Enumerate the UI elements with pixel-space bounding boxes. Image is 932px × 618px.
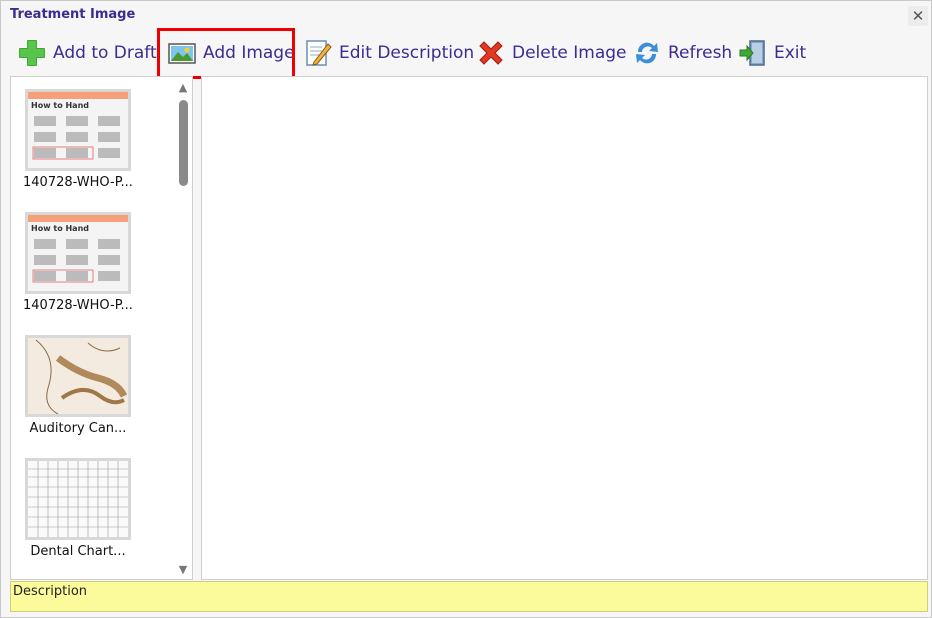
dental-chart-thumbnail [28, 461, 128, 537]
refresh-button[interactable]: Refresh [632, 37, 732, 69]
refresh-icon [636, 42, 658, 64]
edit-document-icon [306, 40, 332, 66]
svg-text:How to Hand: How to Hand [31, 101, 89, 110]
refresh-label: Refresh [668, 43, 733, 63]
thumbnail-label: Auditory Can... [29, 421, 127, 436]
thumbnail-list[interactable]: How to Hand 140728-WHO-P... How to Hand [10, 76, 193, 580]
plus-icon [19, 40, 45, 66]
delete-x-icon [479, 41, 503, 65]
thumbnail-image [25, 458, 131, 540]
description-bar[interactable]: Description [10, 581, 928, 612]
thumbnail-image [25, 335, 131, 417]
thumbnail-label: Dental Chart... [30, 544, 126, 559]
thumbnail-label: 140728-WHO-P... [23, 298, 133, 313]
image-preview-panel [201, 76, 928, 580]
exit-label: Exit [774, 43, 807, 63]
scroll-down-arrow-icon[interactable]: ▼ [176, 564, 190, 576]
close-button[interactable]: ✕ [908, 6, 928, 26]
toolbar: Add to Draft Add Image Edit Description [1, 31, 931, 75]
add-image-highlight [157, 28, 295, 79]
exit-door-icon [739, 40, 765, 66]
treatment-image-window: Treatment Image ✕ Add to Draft Add Image [0, 0, 932, 618]
add-to-draft-button[interactable]: Add to Draft [17, 37, 157, 69]
handwash-poster-thumbnail: How to Hand [28, 92, 128, 168]
title-bar: Treatment Image ✕ [1, 1, 931, 29]
description-label: Description [13, 584, 88, 599]
add-to-draft-label: Add to Draft [53, 43, 157, 63]
thumbnail-scrollbar[interactable]: ▲ ▼ [176, 82, 190, 576]
scroll-thumb[interactable] [179, 100, 188, 186]
close-icon: ✕ [911, 7, 925, 25]
auditory-canal-thumbnail [28, 338, 128, 414]
edit-description-button[interactable]: Edit Description [303, 37, 474, 69]
delete-image-button[interactable]: Delete Image [476, 37, 627, 69]
handwash-poster-thumbnail: How to Hand [28, 215, 128, 291]
thumbnail-image: How to Hand [25, 212, 131, 294]
thumbnail-label: 140728-WHO-P... [23, 175, 133, 190]
thumbnail-image: How to Hand [25, 89, 131, 171]
svg-text:How to Hand: How to Hand [31, 224, 89, 233]
delete-image-label: Delete Image [512, 43, 627, 63]
edit-description-label: Edit Description [339, 43, 475, 63]
exit-button[interactable]: Exit [738, 37, 806, 69]
window-title: Treatment Image [10, 7, 136, 22]
scroll-up-arrow-icon[interactable]: ▲ [176, 82, 190, 94]
